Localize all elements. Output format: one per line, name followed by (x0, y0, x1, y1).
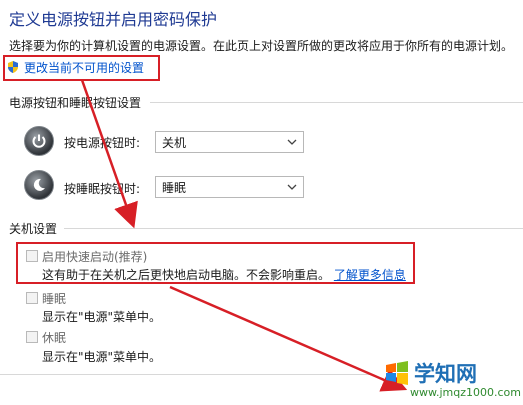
watermark-logo: 学知网 www.jmqz1000.com (380, 350, 523, 405)
power-button-label: 按电源按钮时: (64, 136, 141, 150)
section-separator (150, 102, 523, 103)
shutdown-section-title: 关机设置 (9, 222, 58, 236)
annotation-box-fast-startup (16, 242, 415, 284)
annotation-arrow-2 (169, 285, 408, 392)
power-button-action-select[interactable]: 关机 (155, 131, 304, 153)
hibernate-menu-label: 休眠 (42, 331, 67, 345)
sleep-menu-label: 睡眠 (42, 292, 67, 306)
bottom-separator (0, 374, 370, 375)
chevron-down-icon (287, 139, 297, 145)
sleep-button-action-select[interactable]: 睡眠 (155, 176, 304, 198)
watermark-url: www.jmqz1000.com (410, 386, 521, 399)
sleep-button-icon (24, 170, 54, 200)
section-separator (64, 228, 523, 229)
chevron-down-icon (287, 184, 297, 190)
power-button-action-value: 关机 (162, 135, 187, 150)
sleep-button-action-value: 睡眠 (162, 180, 187, 195)
page-title: 定义电源按钮并启用密码保护 (9, 10, 218, 29)
sleep-button-label: 按睡眠按钮时: (64, 182, 141, 196)
sleep-menu-checkbox[interactable] (26, 292, 38, 304)
watermark-text: 学知网 (414, 362, 477, 386)
page-description: 选择要为你的计算机设置的电源设置。在此页上对设置所做的更改将应用于你所有的电源计… (9, 39, 514, 53)
hibernate-menu-checkbox[interactable] (26, 331, 38, 343)
windows-logo-icon (386, 361, 408, 385)
power-button-icon (24, 126, 54, 156)
power-buttons-section-title: 电源按钮和睡眠按钮设置 (9, 96, 142, 110)
annotation-box-change-link (3, 55, 160, 81)
hibernate-menu-description: 显示在"电源"菜单中。 (42, 350, 162, 364)
sleep-menu-description: 显示在"电源"菜单中。 (42, 310, 162, 324)
